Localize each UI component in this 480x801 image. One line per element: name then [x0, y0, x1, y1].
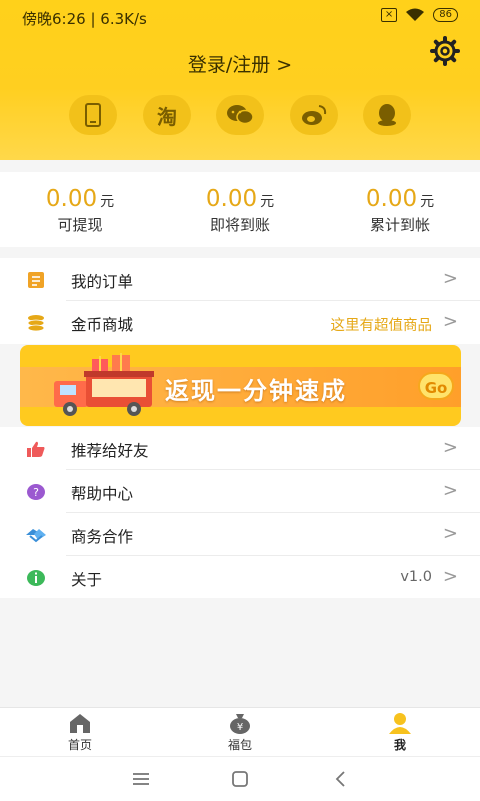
- money-bag-icon: ¥: [230, 714, 250, 734]
- svg-text:?: ?: [33, 486, 39, 499]
- withdrawable-amount: 0.00: [45, 186, 98, 212]
- help-label: 帮助中心: [71, 485, 134, 503]
- tab-home-label: 首页: [67, 738, 92, 752]
- total-label: 累计到帐: [369, 216, 430, 234]
- status-bar: 傍晚6:26 | 6.3K/s × 86: [0, 0, 480, 34]
- menu-group-top: 我的订单 > 金币商城 这里有超值商品 >: [0, 258, 480, 344]
- qq-login-button[interactable]: [363, 95, 411, 135]
- earnings-summary: 0.00 元 可提现 0.00 元 即将到账 0.00 元 累计到帐: [0, 172, 480, 247]
- pending-amount: 0.00: [205, 186, 258, 212]
- user-icon: [389, 713, 411, 734]
- wechat-login-button[interactable]: [216, 95, 264, 135]
- bottom-tab-bar: 首页 ¥ 福包 我: [0, 707, 480, 756]
- chevron-right-icon: >: [442, 566, 458, 587]
- tab-me-label: 我: [393, 738, 406, 752]
- chevron-right-icon: >: [442, 523, 458, 544]
- qq-icon: [378, 104, 396, 126]
- menu-icon[interactable]: [129, 769, 153, 789]
- tab-me[interactable]: 我: [360, 712, 440, 753]
- third-party-login-icons: 淘: [0, 95, 480, 135]
- chevron-right-icon: >: [442, 311, 458, 332]
- menu-item-business[interactable]: 商务合作 >: [0, 513, 480, 556]
- home-square-icon[interactable]: [228, 769, 252, 789]
- profile-header: 傍晚6:26 | 6.3K/s × 86 登录/注册 > 淘: [0, 0, 480, 160]
- phone-icon: [85, 103, 101, 127]
- menu-item-about[interactable]: 关于 v1.0 >: [0, 556, 480, 599]
- help-icon: ?: [27, 484, 45, 500]
- wifi-icon: [406, 8, 425, 21]
- weibo-login-button[interactable]: [290, 95, 338, 135]
- pending-earnings[interactable]: 0.00 元 即将到账: [160, 186, 320, 235]
- business-label: 商务合作: [71, 528, 134, 546]
- coin-mall-label: 金币商城: [71, 316, 134, 334]
- handshake-icon: [26, 529, 46, 543]
- pending-unit: 元: [260, 194, 275, 210]
- app-version: v1.0: [400, 569, 432, 585]
- phone-login-button[interactable]: [69, 95, 117, 135]
- banner-title: 返现一分钟速成: [165, 377, 347, 405]
- withdrawable-label: 可提现: [57, 216, 103, 234]
- tab-money-bag[interactable]: ¥ 福包: [200, 712, 280, 753]
- login-register-link[interactable]: 登录/注册 >: [0, 50, 480, 77]
- menu-item-coin-mall[interactable]: 金币商城 这里有超值商品 >: [0, 301, 480, 344]
- back-icon[interactable]: [329, 769, 353, 789]
- tab-money-bag-label: 福包: [227, 738, 252, 752]
- orders-icon: [28, 272, 44, 288]
- about-label: 关于: [71, 571, 103, 589]
- menu-item-recommend[interactable]: 推荐给好友 >: [0, 427, 480, 470]
- chevron-right-icon: >: [442, 480, 458, 501]
- svg-text:¥: ¥: [237, 722, 243, 733]
- settings-gear-icon[interactable]: [430, 36, 460, 66]
- pending-label: 即将到账: [209, 216, 270, 234]
- orders-label: 我的订单: [71, 273, 134, 291]
- chevron-right-icon: >: [442, 268, 458, 289]
- banner-go-button[interactable]: Go: [418, 372, 454, 400]
- total-amount: 0.00: [365, 186, 418, 212]
- battery-icon: 86: [433, 8, 458, 22]
- taobao-login-button[interactable]: 淘: [143, 95, 191, 135]
- tab-home[interactable]: 首页: [40, 712, 120, 753]
- coins-icon: [27, 315, 45, 332]
- food-truck-illustration: [54, 353, 154, 416]
- taobao-icon: 淘: [157, 104, 177, 129]
- home-icon: [70, 714, 90, 733]
- status-icons: × 86: [380, 8, 458, 22]
- sim-icon: ×: [380, 8, 398, 22]
- status-time: 傍晚6:26 | 6.3K/s: [22, 10, 147, 28]
- menu-item-help[interactable]: ? 帮助中心 >: [0, 470, 480, 513]
- weibo-icon: [302, 105, 327, 125]
- coin-mall-promo: 这里有超值商品: [330, 318, 433, 334]
- withdrawable-unit: 元: [100, 194, 115, 210]
- thumbs-up-icon: [27, 441, 45, 457]
- menu-item-orders[interactable]: 我的订单 >: [0, 258, 480, 301]
- wechat-icon: [227, 105, 254, 125]
- total-earnings[interactable]: 0.00 元 累计到帐: [320, 186, 480, 235]
- menu-group-bottom: 推荐给好友 > ? 帮助中心 > 商务合作 > 关于 v1.0 >: [0, 427, 480, 598]
- total-unit: 元: [420, 194, 435, 210]
- chevron-right-icon: >: [442, 437, 458, 458]
- system-navigation-bar: [0, 756, 480, 801]
- cashback-banner[interactable]: 返现一分钟速成 Go: [20, 345, 461, 426]
- info-icon: [27, 570, 45, 586]
- withdrawable-earnings[interactable]: 0.00 元 可提现: [0, 186, 160, 235]
- recommend-label: 推荐给好友: [71, 442, 149, 460]
